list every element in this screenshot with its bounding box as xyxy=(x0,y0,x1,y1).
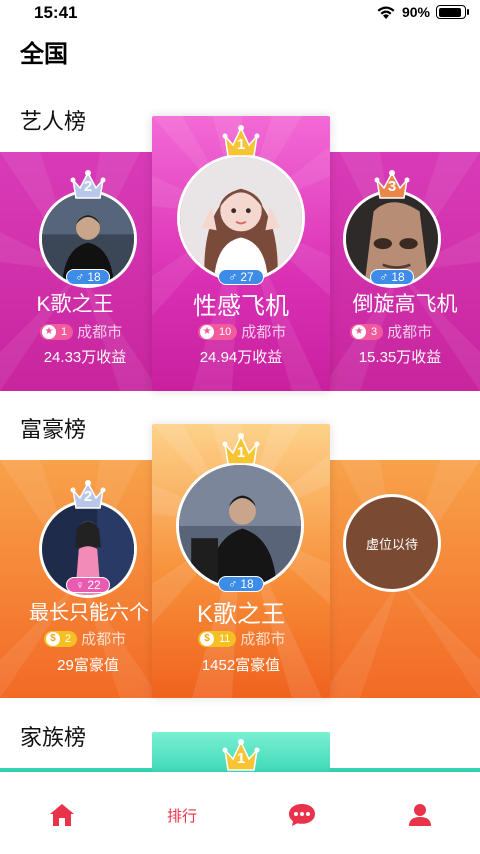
coin-icon: $ xyxy=(200,631,214,646)
rank-level: 2 xyxy=(65,632,72,645)
rich-meta-1: $ 11 成都市 xyxy=(198,628,285,649)
city-label: 成都市 xyxy=(81,631,127,648)
artist-stat-3: 15.35万收益 xyxy=(358,349,442,366)
star-icon: ★ xyxy=(42,324,56,339)
rich-meta-2: $ 2 成都市 xyxy=(44,628,126,649)
tab-ranking[interactable]: 排行 xyxy=(160,800,204,830)
city-label: 成都市 xyxy=(77,324,123,341)
gender-count: 22 xyxy=(87,578,101,592)
battery-icon xyxy=(436,5,469,19)
crown-number: 2 xyxy=(83,488,93,505)
artist-name-1[interactable]: 性感飞机 xyxy=(152,286,330,321)
tab-profile[interactable] xyxy=(400,800,440,830)
rank-level: 1 xyxy=(61,325,68,338)
star-icon: ★ xyxy=(352,324,366,339)
bottom-tab-bar: 排行 xyxy=(0,772,480,854)
artist-board: 2 ♂ 18 K歌之王 ★ 1 成都市 24.33万收益 1 ♂ 27 性感飞机… xyxy=(0,116,480,391)
male-icon: ♂ xyxy=(228,270,238,284)
avatar-artist-1[interactable] xyxy=(177,154,305,282)
avatar-rich-1[interactable] xyxy=(176,462,304,590)
artist-meta-3: ★ 3 成都市 xyxy=(350,321,432,342)
coin-icon: $ xyxy=(46,631,60,646)
wifi-icon xyxy=(377,6,395,19)
artist-stat-2: 24.33万收益 xyxy=(43,349,127,366)
crown-bronze-icon: 3 xyxy=(374,168,410,207)
rank-badge: $ 11 xyxy=(198,630,237,647)
crown-number: 1 xyxy=(236,750,246,767)
star-icon: ★ xyxy=(200,324,214,339)
male-icon: ♂ xyxy=(75,270,85,284)
artist-meta-2: ★ 1 成都市 xyxy=(40,321,122,342)
tab-messages[interactable] xyxy=(282,800,322,830)
tab-ranking-label: 排行 xyxy=(166,807,197,825)
rank-badge: $ 2 xyxy=(44,630,78,647)
artist-name-2[interactable]: K歌之王 xyxy=(0,288,150,318)
rank-badge: ★ 1 xyxy=(40,323,74,340)
artist-meta-1: ★ 10 成都市 xyxy=(198,321,286,342)
chat-icon xyxy=(289,804,315,826)
tab-home[interactable] xyxy=(42,800,82,830)
artist-stat-1: 24.94万收益 xyxy=(199,349,283,366)
gender-badge: ♂ 18 xyxy=(370,269,414,285)
rich-name-1[interactable]: K歌之王 xyxy=(152,594,330,629)
crown-number: 3 xyxy=(387,178,397,195)
gender-count: 18 xyxy=(87,270,101,284)
gender-count: 18 xyxy=(391,270,405,284)
rich-stat-2: 29富豪值 xyxy=(57,657,119,674)
city-label: 成都市 xyxy=(240,631,286,648)
status-indicators: 90% xyxy=(376,4,469,20)
user-icon xyxy=(409,804,431,826)
rich-placeholder-3: 虚位以待 xyxy=(343,494,441,592)
crown-number: 2 xyxy=(83,178,93,195)
crown-silver-icon: 2 xyxy=(70,478,106,517)
family-board: 1 xyxy=(0,732,480,772)
gender-badge: ♂ 18 xyxy=(218,576,264,592)
female-icon: ♀ xyxy=(75,578,85,592)
crown-number: 1 xyxy=(236,444,246,461)
rich-name-2[interactable]: 最长只能六个 xyxy=(14,596,164,625)
rank-badge: ★ 3 xyxy=(350,323,384,340)
city-label: 成都市 xyxy=(387,324,433,341)
male-icon: ♂ xyxy=(379,270,389,284)
gender-count: 18 xyxy=(240,577,254,591)
gender-badge: ♂ 18 xyxy=(66,269,110,285)
crown-silver-icon: 2 xyxy=(70,168,106,207)
rank-level: 11 xyxy=(219,632,231,645)
status-time: 15:41 xyxy=(34,3,78,22)
battery-percent: 90% xyxy=(401,4,430,20)
rich-stat-1: 1452富豪值 xyxy=(201,657,281,674)
male-icon: ♂ xyxy=(228,577,238,591)
page-title: 全国 xyxy=(20,41,68,68)
rank-badge: ★ 10 xyxy=(198,323,238,340)
artist-name-3[interactable]: 倒旋高飞机 xyxy=(330,288,480,318)
gender-badge: ♀ 22 xyxy=(66,577,110,593)
avatar-image xyxy=(179,465,301,587)
gender-badge: ♂ 27 xyxy=(218,269,264,285)
avatar-image xyxy=(180,157,302,279)
gender-count: 27 xyxy=(240,270,254,284)
rich-board: 2 ♀22 最长只能六个 $ 2 成都市 29富豪值 1 ♂18 K歌之王 xyxy=(0,424,480,698)
crown-gold-icon: 1 xyxy=(222,432,260,473)
status-bar: 15:41 90% xyxy=(0,0,480,26)
crown-number: 1 xyxy=(236,136,246,153)
city-label: 成都市 xyxy=(241,324,287,341)
rank-level: 3 xyxy=(371,325,378,338)
crown-gold-icon: 1 xyxy=(222,124,260,165)
rank-level: 10 xyxy=(219,325,232,338)
home-icon xyxy=(50,804,74,826)
